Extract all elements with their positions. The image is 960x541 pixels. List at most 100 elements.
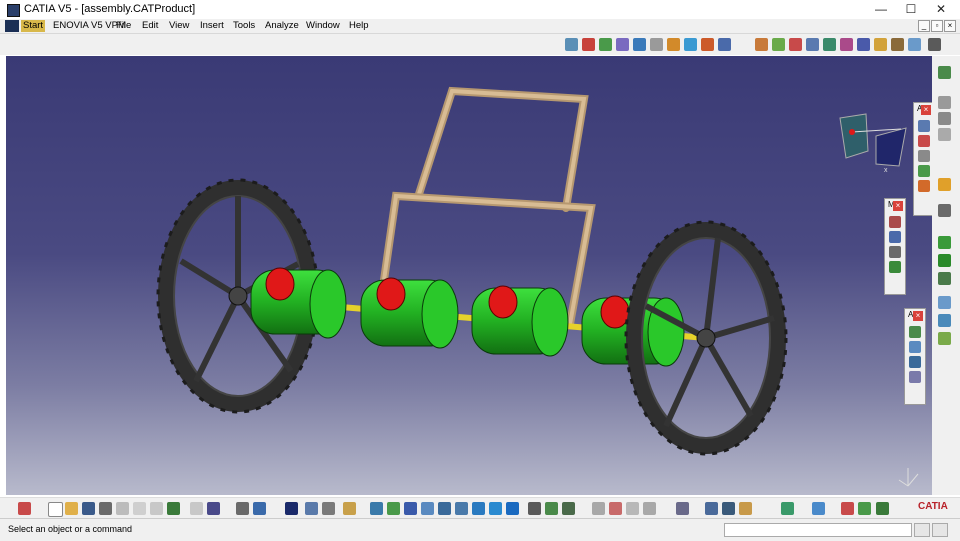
shading-icon[interactable] <box>528 502 541 515</box>
menu-edit[interactable]: Edit <box>140 20 160 32</box>
weight-icon[interactable] <box>739 502 752 515</box>
pan-icon[interactable] <box>616 38 629 51</box>
command-input[interactable] <box>724 523 912 537</box>
menu-help[interactable]: Help <box>347 20 371 32</box>
fit-all-bottom-icon[interactable] <box>387 502 400 515</box>
new-icon[interactable] <box>48 502 63 517</box>
comment-icon[interactable] <box>253 502 266 515</box>
measure-between-icon[interactable] <box>676 502 689 515</box>
floating-toolbar-close-icon[interactable]: × <box>913 311 923 321</box>
copy-icon[interactable] <box>133 502 146 515</box>
settings-icon[interactable] <box>928 38 941 51</box>
iso-view-icon[interactable] <box>506 502 519 515</box>
view-icon[interactable] <box>701 38 714 51</box>
swap-space-icon[interactable] <box>562 502 575 515</box>
layer-icon[interactable] <box>643 502 656 515</box>
existing-component-icon[interactable] <box>909 326 921 338</box>
snap-icon[interactable] <box>874 38 887 51</box>
properties-icon[interactable] <box>876 502 889 515</box>
manipulation-icon[interactable] <box>938 204 951 217</box>
graph-tree-icon[interactable] <box>858 502 871 515</box>
update-all-icon[interactable] <box>938 296 951 309</box>
zoom-out-bottom-icon[interactable] <box>455 502 468 515</box>
offset-icon[interactable] <box>789 38 802 51</box>
hub-3[interactable] <box>471 285 569 357</box>
replace-component-icon[interactable] <box>909 371 921 383</box>
3d-viewport[interactable]: x A × M × A × <box>6 56 932 495</box>
constraint-green-icon[interactable] <box>938 236 951 249</box>
table-icon[interactable] <box>285 502 298 515</box>
new-part-icon[interactable] <box>909 356 921 368</box>
command-options-button[interactable] <box>932 523 948 537</box>
gear-icon[interactable] <box>938 66 951 79</box>
hub-2[interactable] <box>360 277 459 349</box>
update-icon[interactable] <box>840 38 853 51</box>
knowledge-icon[interactable] <box>322 502 335 515</box>
sel-sets-icon[interactable] <box>592 502 605 515</box>
measure-item-icon[interactable] <box>705 502 718 515</box>
hide-show-icon[interactable] <box>545 502 558 515</box>
clash-icon[interactable] <box>917 180 930 192</box>
undo-icon[interactable] <box>167 502 180 515</box>
maximize-button[interactable]: ☐ <box>896 0 926 19</box>
open-icon[interactable] <box>65 502 78 515</box>
bom-icon[interactable] <box>938 96 951 109</box>
rotate-component-icon[interactable] <box>889 231 901 243</box>
floating-toolbar-close-icon[interactable]: × <box>921 105 931 115</box>
sheet-icon[interactable] <box>938 112 951 125</box>
help-icon[interactable] <box>207 502 220 515</box>
fly-mode-icon[interactable] <box>370 502 383 515</box>
doc-close-button[interactable]: × <box>944 20 956 32</box>
constraint-icon[interactable] <box>755 38 768 51</box>
fit-all-icon[interactable] <box>599 38 612 51</box>
product-icon[interactable] <box>582 38 595 51</box>
menu-view[interactable]: View <box>167 20 191 32</box>
contact-icon[interactable] <box>772 38 785 51</box>
rotate-bottom-icon[interactable] <box>421 502 434 515</box>
menu-file[interactable]: File <box>114 20 133 32</box>
manipulate-icon[interactable] <box>908 38 921 51</box>
new-product-icon[interactable] <box>909 341 921 353</box>
compass-widget[interactable]: x <box>839 113 907 174</box>
sheet-stack-icon[interactable] <box>938 128 951 141</box>
menu-window[interactable]: Window <box>304 20 342 32</box>
hub-1[interactable] <box>250 267 347 339</box>
menu-insert[interactable]: Insert <box>198 20 226 32</box>
formula-icon[interactable] <box>236 502 249 515</box>
menu-analyze[interactable]: Analyze <box>263 20 301 32</box>
scene-icon[interactable] <box>917 165 930 177</box>
law-icon[interactable] <box>343 502 356 515</box>
paste-icon[interactable] <box>150 502 163 515</box>
zoom-in-icon[interactable] <box>650 38 663 51</box>
annotation-icon[interactable] <box>917 150 930 162</box>
snap-component-icon[interactable] <box>889 246 901 258</box>
quick-select-icon[interactable] <box>609 502 622 515</box>
grid-icon[interactable] <box>18 502 31 515</box>
multi-view-icon[interactable] <box>489 502 502 515</box>
measure-inertia-icon[interactable] <box>722 502 735 515</box>
smart-move-icon[interactable] <box>889 261 901 273</box>
normal-view-bottom-icon[interactable] <box>472 502 485 515</box>
minimize-button[interactable]: — <box>866 0 896 19</box>
doc-minimize-button[interactable]: _ <box>918 20 930 32</box>
scene-view-icon[interactable] <box>812 502 825 515</box>
menu-start[interactable]: Start <box>21 20 46 32</box>
menu-tools[interactable]: Tools <box>231 20 257 32</box>
command-history-button[interactable] <box>914 523 930 537</box>
fix-together-icon[interactable] <box>938 272 951 285</box>
rotate-icon[interactable] <box>633 38 646 51</box>
fix-icon[interactable] <box>823 38 836 51</box>
render-style-icon[interactable] <box>718 38 731 51</box>
move-component-icon[interactable] <box>889 216 901 228</box>
doc-restore-button[interactable]: ▫ <box>931 20 943 32</box>
reuse-pattern-icon[interactable] <box>938 314 951 327</box>
catalog-icon[interactable] <box>565 38 578 51</box>
zoom-out-icon[interactable] <box>667 38 680 51</box>
redo-icon[interactable] <box>190 502 203 515</box>
cursor-icon[interactable] <box>938 178 951 191</box>
close-button[interactable]: ✕ <box>926 0 956 19</box>
save-icon[interactable] <box>82 502 95 515</box>
measure-icon[interactable] <box>917 120 930 132</box>
cut-icon[interactable] <box>116 502 129 515</box>
publish-icon[interactable] <box>841 502 854 515</box>
